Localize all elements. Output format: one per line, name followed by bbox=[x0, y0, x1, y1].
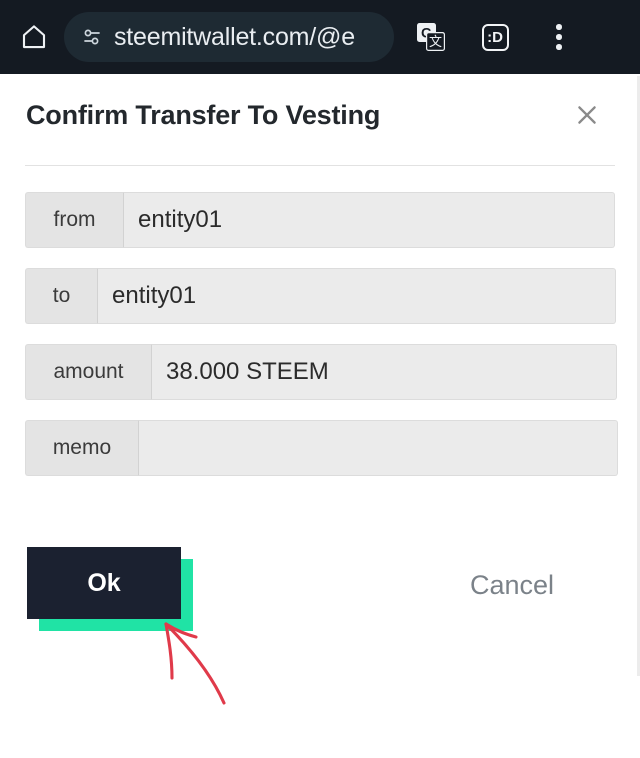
address-bar[interactable]: steemitwallet.com/@e bbox=[64, 12, 394, 62]
ok-button[interactable]: Ok bbox=[27, 547, 181, 619]
url-text: steemitwallet.com/@e bbox=[114, 22, 355, 51]
field-value-from: entity01 bbox=[123, 192, 615, 248]
close-icon[interactable] bbox=[570, 98, 604, 132]
menu-dot bbox=[556, 34, 562, 40]
menu-dot bbox=[556, 24, 562, 30]
dialog-actions: Ok Cancel bbox=[0, 542, 640, 662]
field-label-memo: memo bbox=[25, 420, 138, 476]
dialog-header: Confirm Transfer To Vesting bbox=[0, 74, 640, 166]
header-divider bbox=[25, 165, 615, 166]
page-content: Confirm Transfer To Vesting from entity0… bbox=[0, 74, 640, 758]
tune-sliders-icon[interactable] bbox=[80, 25, 104, 49]
home-icon[interactable] bbox=[10, 13, 58, 61]
tab-count-label: :D bbox=[487, 28, 503, 46]
field-row-from: from entity01 bbox=[25, 192, 615, 248]
field-value-to: entity01 bbox=[97, 268, 616, 324]
svg-text:文: 文 bbox=[429, 34, 442, 49]
google-translate-icon[interactable]: G 文 bbox=[408, 13, 454, 61]
field-value-memo bbox=[138, 420, 618, 476]
field-row-memo: memo bbox=[25, 420, 618, 476]
field-label-from: from bbox=[25, 192, 123, 248]
browser-toolbar: steemitwallet.com/@e G 文 :D bbox=[0, 0, 640, 74]
field-label-to: to bbox=[25, 268, 97, 324]
field-label-amount: amount bbox=[25, 344, 151, 400]
cancel-button[interactable]: Cancel bbox=[470, 570, 554, 601]
ok-button-wrapper: Ok bbox=[27, 547, 193, 631]
transfer-details-form: from entity01 to entity01 amount 38.000 … bbox=[0, 192, 640, 496]
menu-dot bbox=[556, 44, 562, 50]
field-row-amount: amount 38.000 STEEM bbox=[25, 344, 617, 400]
page-title: Confirm Transfer To Vesting bbox=[26, 100, 381, 130]
field-value-amount: 38.000 STEEM bbox=[151, 344, 617, 400]
tab-counter-button[interactable]: :D bbox=[472, 13, 518, 61]
field-row-to: to entity01 bbox=[25, 268, 616, 324]
three-dot-menu-icon[interactable] bbox=[536, 13, 582, 61]
